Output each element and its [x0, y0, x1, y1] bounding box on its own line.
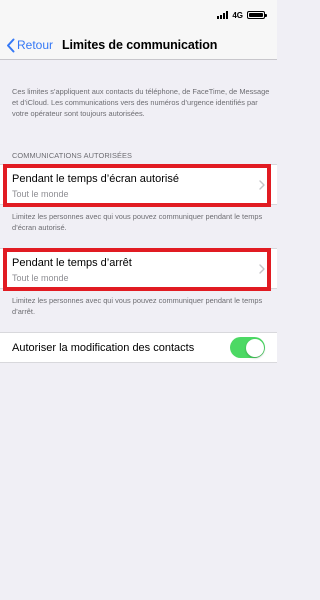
cell-title: Pendant le temps d’arrêt — [12, 257, 132, 269]
section-header: COMMUNICATIONS AUTORISÉES — [12, 151, 133, 160]
cell-title: Pendant le temps d’écran autorisé — [12, 173, 179, 185]
toggle-knob — [245, 338, 264, 357]
page-title: Limites de communication — [62, 38, 218, 52]
back-button[interactable]: Retour — [6, 36, 53, 54]
signal-icon — [217, 11, 229, 19]
intro-description: Ces limites s’appliquent aux contacts du… — [12, 87, 270, 118]
cell-subtitle: Tout le monde — [12, 273, 69, 283]
cell-subtitle: Tout le monde — [12, 189, 69, 199]
downtime-allowed-screen-time-cell[interactable]: Pendant le temps d’écran autorisé Tout l… — [0, 164, 277, 205]
network-label: 4G — [232, 10, 243, 20]
navigation-bar: Retour Limites de communication — [0, 30, 277, 60]
status-indicators: 4G — [217, 10, 267, 20]
toggle-label: Autoriser la modification des contacts — [12, 342, 195, 354]
chevron-right-icon — [259, 264, 265, 274]
cell-footer-text: Limitez les personnes avec qui vous pouv… — [12, 296, 263, 316]
allow-contact-edits-toggle[interactable] — [230, 337, 265, 358]
status-bar: 4G — [0, 0, 277, 30]
chevron-left-icon — [7, 38, 15, 52]
chevron-right-icon — [259, 180, 265, 190]
downtime-cell[interactable]: Pendant le temps d’arrêt Tout le monde — [0, 248, 277, 289]
battery-icon — [247, 11, 267, 19]
cell-footer-text: Limitez les personnes avec qui vous pouv… — [12, 212, 263, 232]
back-label: Retour — [17, 38, 54, 52]
